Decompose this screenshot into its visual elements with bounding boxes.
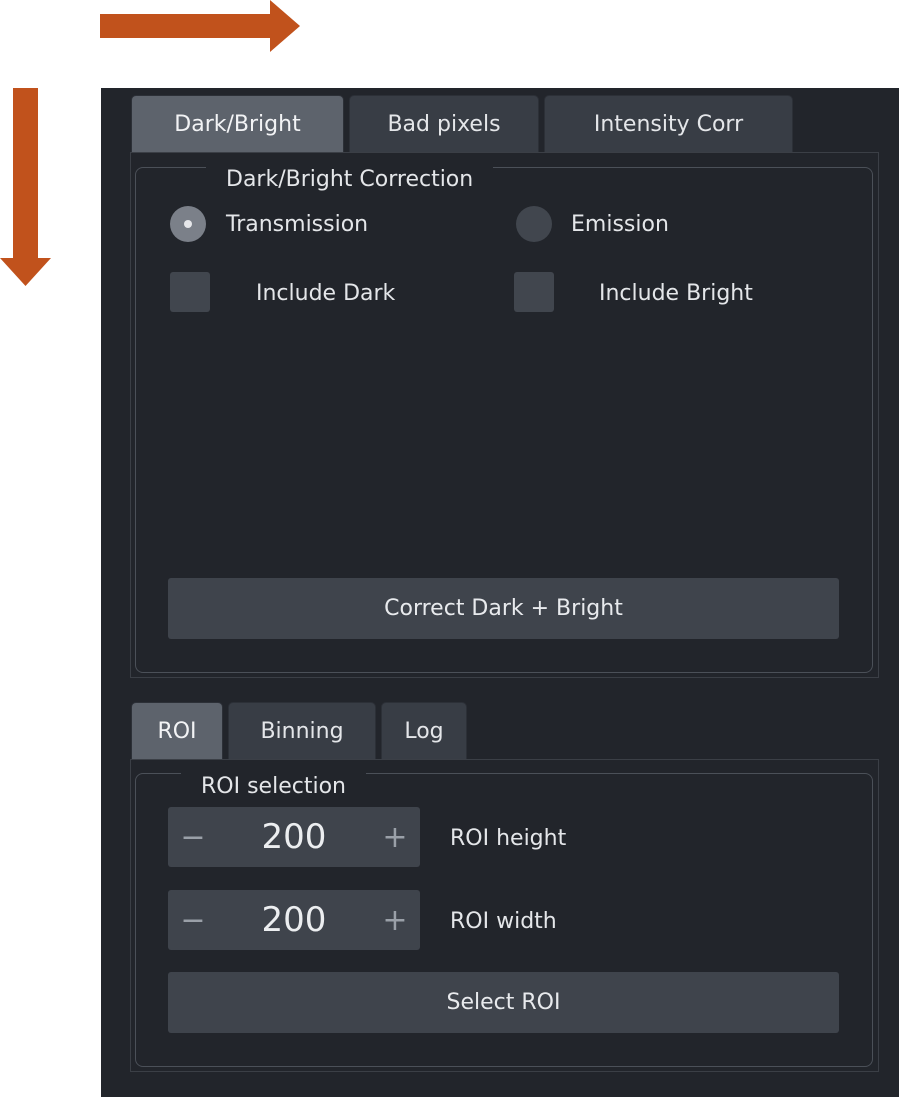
tab-intensity-corr[interactable]: Intensity Corr: [544, 95, 793, 152]
transmission-radio[interactable]: [170, 206, 206, 242]
tab-label: Binning: [260, 718, 344, 744]
roi-width-spinbox[interactable]: − 200 +: [168, 890, 420, 950]
roi-height-label: ROI height: [450, 826, 567, 851]
increment-button[interactable]: +: [370, 807, 420, 867]
radio-dot: [184, 220, 192, 228]
emission-label: Emission: [571, 212, 669, 237]
increment-button[interactable]: +: [370, 890, 420, 950]
decrement-button[interactable]: −: [168, 807, 218, 867]
emission-radio[interactable]: [516, 206, 552, 242]
arrow-right-icon: [100, 0, 300, 52]
tab-label: ROI: [157, 718, 197, 744]
arrow-down-icon: [0, 88, 51, 286]
tab-label: Bad pixels: [387, 111, 501, 137]
tab-binning[interactable]: Binning: [228, 702, 376, 759]
tab-roi[interactable]: ROI: [131, 702, 223, 759]
tab-label: Log: [404, 718, 444, 744]
tab-label: Dark/Bright: [174, 111, 301, 137]
group-title: ROI selection: [181, 773, 366, 801]
tab-label: Intensity Corr: [593, 111, 744, 137]
tab-dark-bright[interactable]: Dark/Bright: [131, 95, 344, 152]
decrement-button[interactable]: −: [168, 890, 218, 950]
include-bright-label: Include Bright: [599, 281, 753, 306]
image-correction-panel: Dark/Bright Bad pixels Intensity Corr Da…: [101, 88, 899, 1097]
tab-bad-pixels[interactable]: Bad pixels: [349, 95, 539, 152]
correct-dark-bright-button[interactable]: Correct Dark + Bright: [168, 578, 839, 639]
button-label: Select ROI: [446, 990, 561, 1015]
include-dark-checkbox[interactable]: [170, 272, 210, 312]
group-title: Dark/Bright Correction: [206, 166, 494, 194]
include-dark-label: Include Dark: [256, 281, 396, 306]
roi-width-value[interactable]: 200: [218, 890, 370, 950]
select-roi-button[interactable]: Select ROI: [168, 972, 839, 1033]
button-label: Correct Dark + Bright: [384, 596, 623, 621]
include-bright-checkbox[interactable]: [514, 272, 554, 312]
tab-log[interactable]: Log: [381, 702, 467, 759]
roi-height-spinbox[interactable]: − 200 +: [168, 807, 420, 867]
roi-width-label: ROI width: [450, 909, 557, 934]
transmission-label: Transmission: [226, 212, 369, 237]
roi-height-value[interactable]: 200: [218, 807, 370, 867]
